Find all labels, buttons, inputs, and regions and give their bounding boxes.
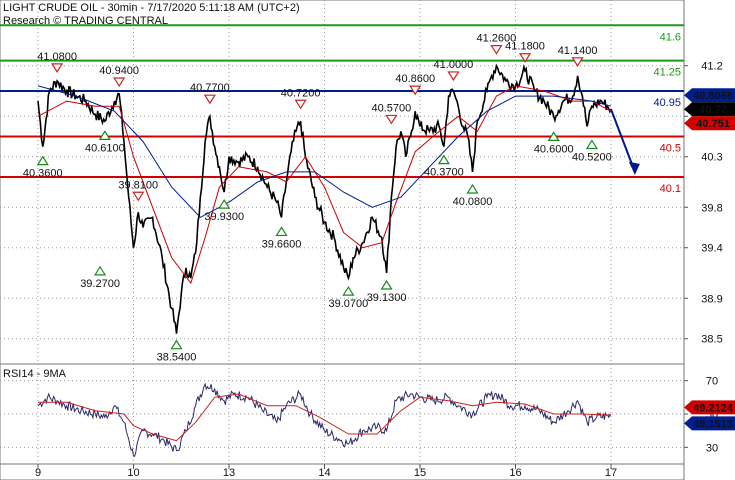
x-tick-label: 15 — [414, 467, 426, 479]
pivot-high-label: 40.9400 — [99, 65, 139, 77]
price-y-tick-label: 39.4 — [701, 243, 722, 255]
pivot-high-label: 40.8600 — [395, 73, 435, 85]
rsi-value-badge: 49.2124 — [684, 400, 735, 415]
pivot-high-label: 40.5700 — [371, 102, 411, 114]
level-label: 41.6 — [660, 31, 681, 43]
pivot-low-label: 40.3700 — [424, 167, 464, 179]
rsi-panel-title: RSI14 - 9MA — [3, 368, 67, 380]
pivot-high-label: 40.7700 — [190, 82, 230, 94]
pivot-low-label: 39.6600 — [262, 238, 302, 250]
price-value-badge-label: 40.8068 — [693, 90, 733, 102]
pivot-low-label: 39.1300 — [367, 292, 407, 304]
level-label: 40.95 — [653, 97, 681, 109]
pivot-low-label: 40.5200 — [572, 151, 612, 163]
price-y-tick-label: 40.3 — [701, 152, 722, 164]
pivot-low-label: 39.2700 — [80, 278, 120, 290]
price-value-badge: 40.751 — [684, 116, 735, 131]
x-tick-label: 13 — [223, 467, 235, 479]
rsi-y-tick-label: 70 — [706, 376, 718, 388]
chart-canvas: 41.6 41.25 40.95 40.5 40.1 41.0800 40.9400 40.… — [0, 0, 735, 480]
pivot-low-label: 38.5400 — [157, 352, 197, 364]
price-value-badge-label: 40.77 — [699, 104, 727, 116]
price-y-tick-label: 39.8 — [701, 202, 722, 214]
pivot-low-label: 40.3600 — [23, 168, 63, 180]
level-label: 41.25 — [653, 67, 681, 79]
rsi-value-badge-label: 49.1513 — [693, 418, 733, 430]
chart-source: Research © TRADING CENTRAL — [3, 15, 168, 27]
x-tick-label: 16 — [509, 467, 521, 479]
price-y-tick-label: 41.2 — [701, 61, 722, 73]
pivot-low-label: 39.0700 — [328, 298, 368, 310]
rsi-value-badge: 49.1513 — [684, 416, 735, 431]
pivot-low-label: 40.0800 — [453, 196, 493, 208]
x-tick-label: 9 — [35, 467, 41, 479]
pivot-high-label: 40.7200 — [281, 87, 321, 99]
pivot-high-label: 39.8100 — [118, 179, 158, 191]
level-label: 40.1 — [660, 183, 681, 195]
price-value-badge: 40.77 — [684, 102, 735, 117]
rsi-y-tick-label: 30 — [706, 442, 718, 454]
pivot-high-label: 41.1400 — [558, 45, 598, 57]
rsi-value-badge-label: 49.2124 — [693, 402, 734, 414]
x-tick-label: 17 — [605, 467, 617, 479]
chart-title: LIGHT CRUDE OIL - 30min - 7/17/2020 5:11… — [3, 2, 300, 14]
price-value-badge: 40.8068 — [684, 88, 735, 103]
pivot-low-label: 40.6100 — [85, 142, 125, 154]
price-value-badge-label: 40.751 — [696, 118, 730, 130]
pivot-high-label: 41.1800 — [505, 41, 545, 53]
pivot-low-label: 39.9300 — [204, 211, 244, 223]
level-label: 40.5 — [660, 143, 681, 155]
pivot-low-label: 40.6000 — [534, 143, 574, 155]
pivot-high-label: 41.0800 — [37, 51, 77, 63]
price-y-tick-label: 38.9 — [701, 293, 722, 305]
pivot-high-label: 41.0000 — [434, 59, 474, 71]
price-y-tick-label: 38.5 — [701, 334, 722, 346]
x-tick-label: 10 — [127, 467, 139, 479]
x-tick-label: 14 — [318, 467, 330, 479]
